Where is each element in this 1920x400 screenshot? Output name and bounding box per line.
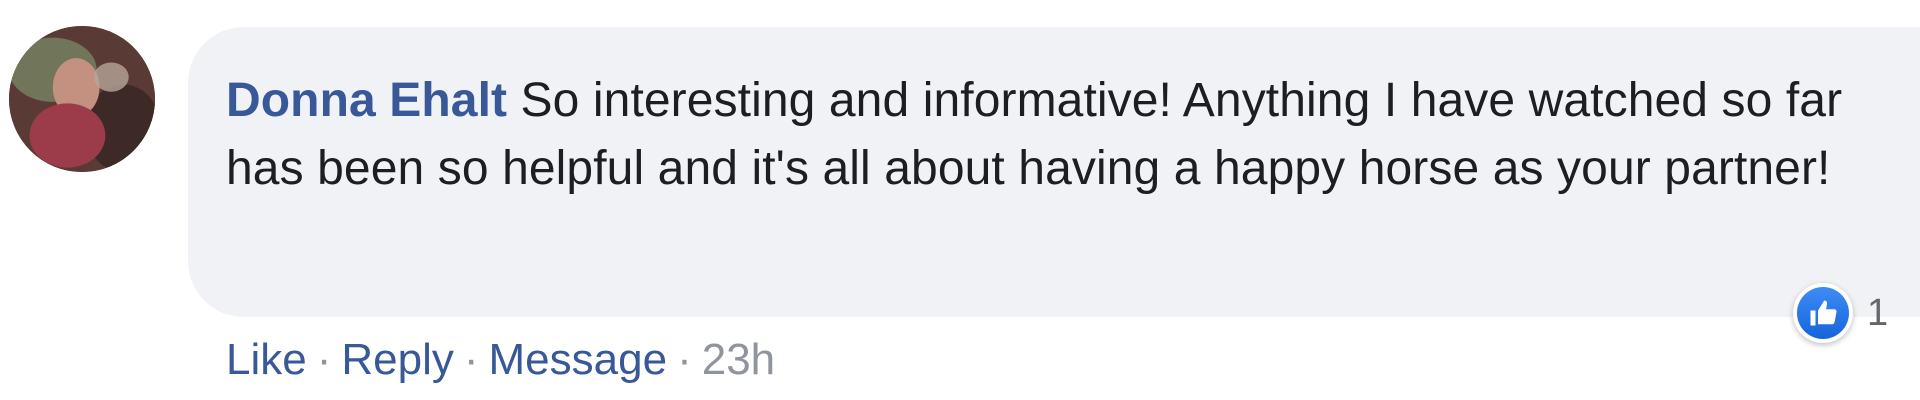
separator-dot: · bbox=[677, 335, 692, 384]
reply-button[interactable]: Reply bbox=[341, 335, 454, 384]
comment-body: Donna Ehalt So interesting and informati… bbox=[226, 67, 1920, 203]
separator-dot: · bbox=[316, 335, 332, 384]
reaction-count: 1 bbox=[1867, 291, 1889, 334]
like-reaction-badge bbox=[1793, 283, 1853, 343]
comment-actions: Like · Reply · Message · 23h bbox=[226, 325, 775, 395]
avatar-photo bbox=[9, 26, 155, 172]
like-icon bbox=[1810, 300, 1837, 326]
separator-dot: · bbox=[463, 335, 479, 384]
message-button[interactable]: Message bbox=[489, 335, 668, 384]
reaction-summary[interactable]: 1 bbox=[1793, 283, 1888, 343]
comment-author-link[interactable]: Donna Ehalt bbox=[226, 74, 507, 127]
avatar[interactable] bbox=[9, 26, 155, 172]
comment-bubble: Donna Ehalt So interesting and informati… bbox=[188, 27, 1920, 317]
like-button[interactable]: Like bbox=[226, 335, 307, 384]
comment-row: Donna Ehalt So interesting and informati… bbox=[0, 0, 1920, 400]
comment-timestamp[interactable]: 23h bbox=[702, 335, 775, 384]
